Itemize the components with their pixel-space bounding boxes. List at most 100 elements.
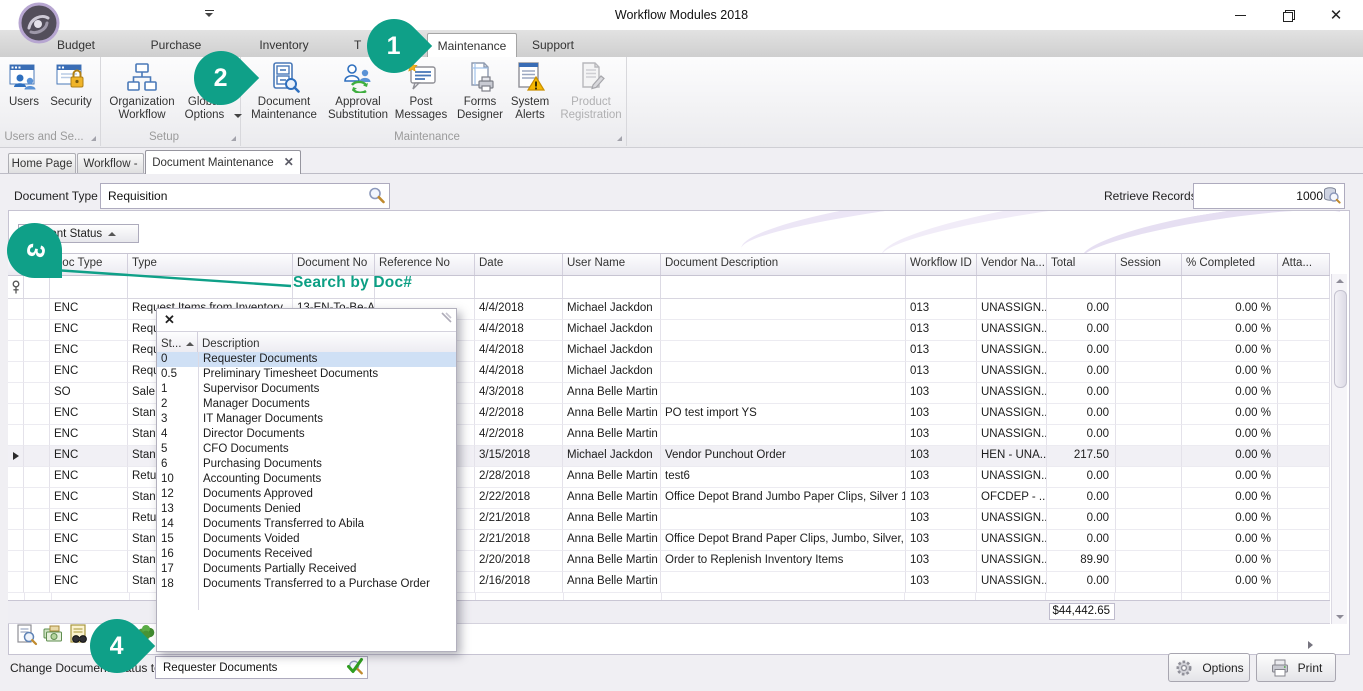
ribbon-tab-maintenance[interactable]: Maintenance bbox=[427, 33, 517, 58]
find-document-icon[interactable] bbox=[68, 624, 90, 646]
grid-cell[interactable]: UNASSIGN... bbox=[977, 572, 1047, 593]
filter-cell[interactable] bbox=[906, 276, 977, 298]
grid-cell[interactable]: 103 bbox=[906, 488, 977, 509]
grid-cell[interactable] bbox=[1278, 404, 1330, 425]
popup-close-icon[interactable]: ✕ bbox=[164, 313, 175, 326]
grid-cell[interactable] bbox=[1278, 530, 1330, 551]
retrieve-records-field[interactable] bbox=[1193, 183, 1345, 209]
grid-cell[interactable] bbox=[1116, 320, 1182, 341]
grid-cell[interactable]: 89.90 bbox=[1047, 551, 1116, 572]
tab-workflow[interactable]: Workflow - bbox=[77, 153, 144, 174]
grid-cell[interactable] bbox=[1116, 425, 1182, 446]
grid-cell[interactable] bbox=[1116, 383, 1182, 404]
grid-cell[interactable]: Anna Belle Martin bbox=[563, 404, 661, 425]
grid-cell[interactable] bbox=[1116, 530, 1182, 551]
grid-cell[interactable]: Michael Jackdon bbox=[563, 362, 661, 383]
grid-cell[interactable]: ENC bbox=[50, 341, 128, 362]
grid-cell[interactable]: 4/4/2018 bbox=[475, 320, 563, 341]
grid-cell[interactable]: 103 bbox=[906, 530, 977, 551]
filter-cell[interactable] bbox=[977, 276, 1047, 298]
grid-cell[interactable] bbox=[1116, 446, 1182, 467]
security-button[interactable]: Security bbox=[47, 60, 95, 109]
grid-cell[interactable]: 103 bbox=[906, 551, 977, 572]
grid-cell[interactable] bbox=[1116, 362, 1182, 383]
grid-cell[interactable]: OFCDEP - ... bbox=[977, 488, 1047, 509]
grid-cell[interactable]: 2/20/2018 bbox=[475, 551, 563, 572]
filter-cell[interactable] bbox=[475, 276, 563, 298]
grid-cell[interactable]: SO bbox=[50, 383, 128, 404]
grid-cell[interactable]: 0.00 % bbox=[1182, 299, 1278, 320]
grid-cell[interactable]: 013 bbox=[906, 320, 977, 341]
grid-cell[interactable]: 217.50 bbox=[1047, 446, 1116, 467]
change-status-input[interactable] bbox=[161, 658, 348, 677]
grid-cell[interactable]: UNASSIGN... bbox=[977, 341, 1047, 362]
status-list-item[interactable]: 4Director Documents bbox=[157, 427, 456, 442]
grid-cell[interactable]: ENC bbox=[50, 488, 128, 509]
grid-cell[interactable]: 0.00 % bbox=[1182, 446, 1278, 467]
status-list-item[interactable]: 5CFO Documents bbox=[157, 442, 456, 457]
popup-column-description[interactable]: Description bbox=[198, 332, 456, 353]
grid-cell[interactable]: 0.00 % bbox=[1182, 551, 1278, 572]
grid-cell[interactable]: UNASSIGN... bbox=[977, 362, 1047, 383]
status-list-item[interactable]: 12Documents Approved bbox=[157, 487, 456, 502]
grid-cell[interactable] bbox=[661, 362, 906, 383]
status-list-item[interactable]: 10Accounting Documents bbox=[157, 472, 456, 487]
grid-cell[interactable]: 0.00 bbox=[1047, 320, 1116, 341]
status-list-item[interactable]: 1Supervisor Documents bbox=[157, 382, 456, 397]
grid-cell[interactable] bbox=[1116, 488, 1182, 509]
grid-cell[interactable]: ENC bbox=[50, 530, 128, 551]
row-select-cell[interactable] bbox=[24, 404, 50, 425]
row-select-cell[interactable] bbox=[24, 341, 50, 362]
column-header-document-description[interactable]: Document Description bbox=[661, 254, 906, 275]
grid-cell[interactable]: 2/22/2018 bbox=[475, 488, 563, 509]
grid-cell[interactable]: 0.00 % bbox=[1182, 425, 1278, 446]
grid-cell[interactable]: ENC bbox=[50, 572, 128, 593]
status-list-item[interactable]: 18Documents Transferred to a Purchase Or… bbox=[157, 577, 456, 592]
grid-cell[interactable]: Anna Belle Martin bbox=[563, 572, 661, 593]
grid-cell[interactable]: Office Depot Brand Paper Clips, Jumbo, S… bbox=[661, 530, 906, 551]
row-select-cell[interactable] bbox=[24, 425, 50, 446]
grid-cell[interactable]: 4/4/2018 bbox=[475, 341, 563, 362]
grid-cell[interactable]: 013 bbox=[906, 299, 977, 320]
filter-cell[interactable] bbox=[50, 276, 128, 298]
grid-filter-row[interactable] bbox=[8, 276, 1330, 299]
grid-cell[interactable]: 0.00 bbox=[1047, 467, 1116, 488]
grid-cell[interactable]: 103 bbox=[906, 383, 977, 404]
status-list-item[interactable]: 0.5Preliminary Timesheet Documents bbox=[157, 367, 456, 382]
filter-cell[interactable] bbox=[1278, 276, 1330, 298]
ribbon-tab-inventory[interactable]: Inventory bbox=[240, 33, 328, 57]
status-list-item[interactable]: 16Documents Received bbox=[157, 547, 456, 562]
filter-cell[interactable] bbox=[661, 276, 906, 298]
column-header-user-name[interactable]: User Name bbox=[563, 254, 661, 275]
grid-cell[interactable]: 103 bbox=[906, 425, 977, 446]
apply-check-icon[interactable] bbox=[346, 657, 364, 675]
grid-cell[interactable] bbox=[1278, 425, 1330, 446]
grid-cell[interactable] bbox=[661, 383, 906, 404]
grid-cell[interactable] bbox=[1116, 509, 1182, 530]
status-list-item[interactable]: 13Documents Denied bbox=[157, 502, 456, 517]
filter-cell[interactable] bbox=[128, 276, 293, 298]
grid-cell[interactable]: UNASSIGN... bbox=[977, 509, 1047, 530]
status-list-item[interactable]: 6Purchasing Documents bbox=[157, 457, 456, 472]
restore-button[interactable] bbox=[1270, 0, 1306, 30]
document-type-input[interactable] bbox=[106, 185, 370, 207]
grid-cell[interactable]: UNASSIGN... bbox=[977, 320, 1047, 341]
scrollbar-thumb[interactable] bbox=[1334, 290, 1347, 388]
grid-cell[interactable]: HEN - UNA... bbox=[977, 446, 1047, 467]
grid-cell[interactable]: 013 bbox=[906, 341, 977, 362]
grid-cell[interactable]: Anna Belle Martin bbox=[563, 509, 661, 530]
row-select-cell[interactable] bbox=[24, 509, 50, 530]
grid-cell[interactable] bbox=[1116, 299, 1182, 320]
column-header-document-no[interactable]: Document No bbox=[293, 254, 375, 275]
row-select-cell[interactable] bbox=[24, 530, 50, 551]
forms-designer-button[interactable]: Forms Designer bbox=[450, 60, 510, 122]
row-select-cell[interactable] bbox=[24, 446, 50, 467]
grid-cell[interactable]: Anna Belle Martin bbox=[563, 383, 661, 404]
close-button[interactable]: ✕ bbox=[1318, 0, 1354, 30]
grid-cell[interactable]: Order to Replenish Inventory Items bbox=[661, 551, 906, 572]
grid-cell[interactable]: 0.00 % bbox=[1182, 383, 1278, 404]
grid-cell[interactable]: UNASSIGN... bbox=[977, 299, 1047, 320]
grid-cell[interactable]: 0.00 % bbox=[1182, 488, 1278, 509]
grid-cell[interactable] bbox=[1116, 551, 1182, 572]
grid-cell[interactable]: ENC bbox=[50, 551, 128, 572]
